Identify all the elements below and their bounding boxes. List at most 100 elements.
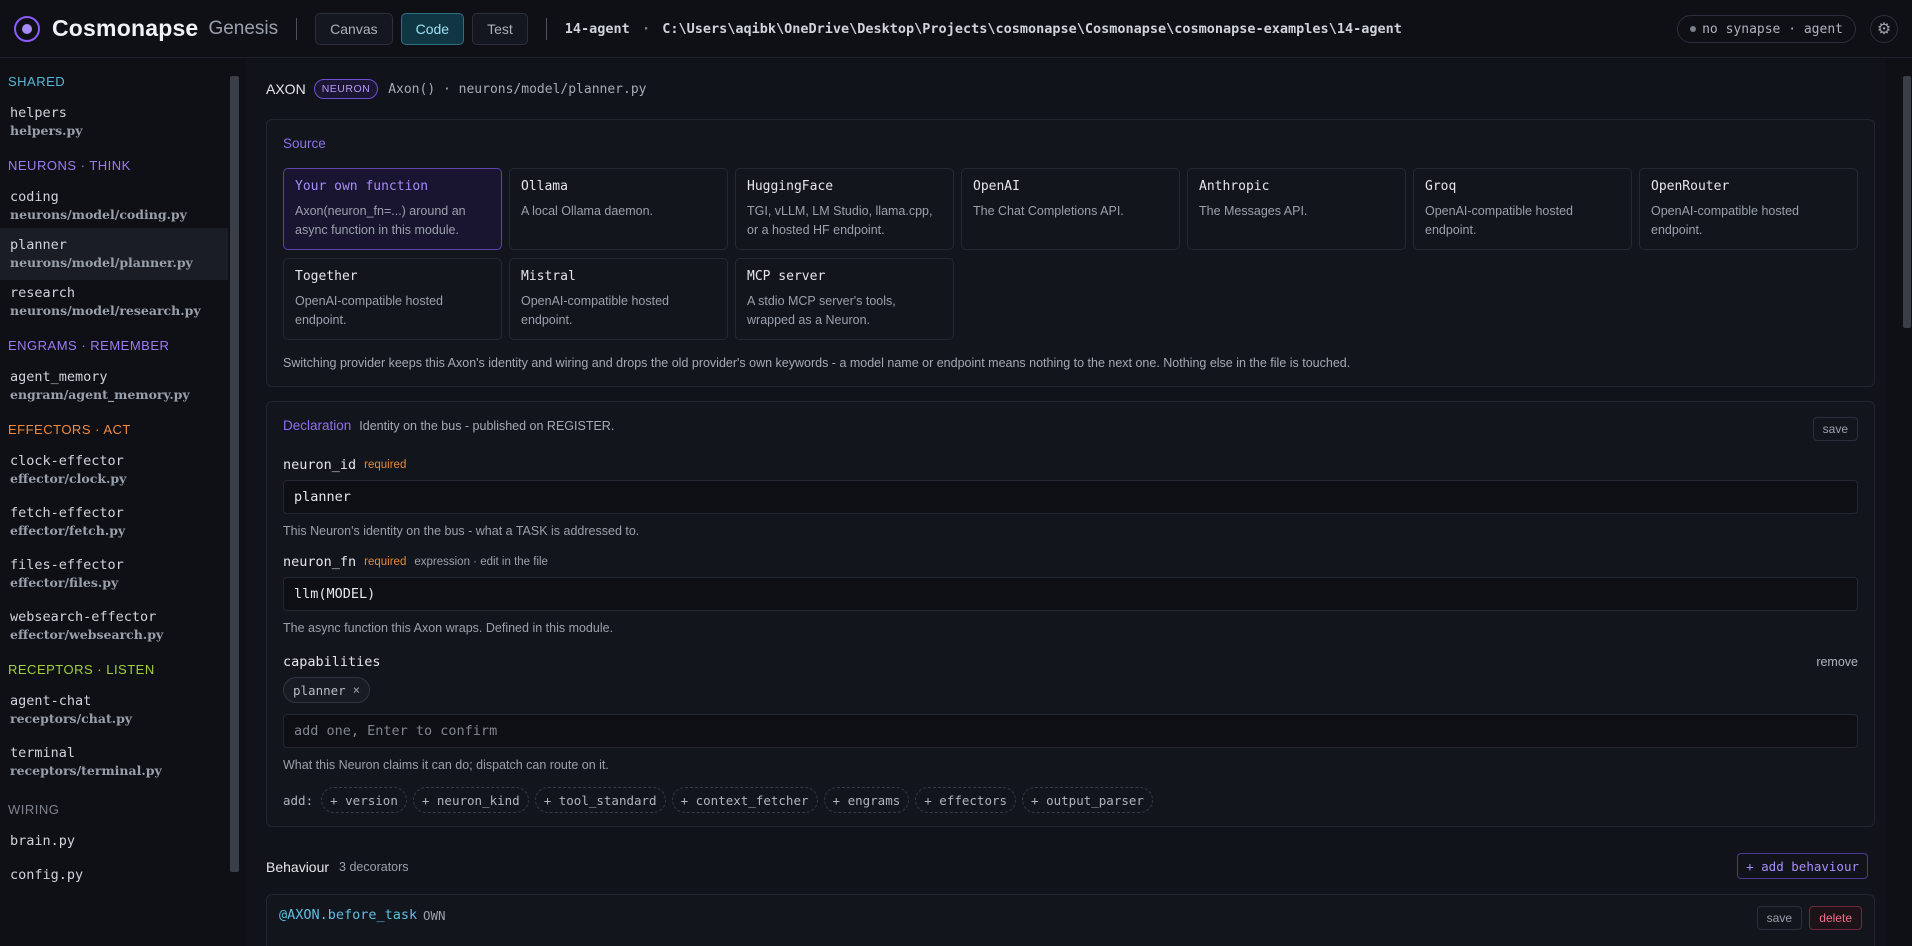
remove-button[interactable]: remove bbox=[1816, 655, 1858, 669]
sidebar-item-files-effector[interactable]: files-effector effector/files.py bbox=[0, 552, 228, 596]
provider-openrouter[interactable]: OpenRouter OpenAI-compatible hosted endp… bbox=[1639, 168, 1858, 250]
sidebar-item-agent-memory[interactable]: agent_memory engram/agent_memory.py bbox=[0, 364, 228, 408]
add-field-row: add: + version + neuron_kind + tool_stan… bbox=[283, 787, 1159, 813]
tab-canvas[interactable]: Canvas bbox=[315, 12, 393, 45]
sidebar-item-config[interactable]: config.py bbox=[0, 862, 228, 888]
provider-name: Ollama bbox=[521, 179, 568, 194]
provider-openai[interactable]: OpenAI The Chat Completions API. bbox=[961, 168, 1180, 250]
sidebar-item-file: neurons/model/planner.py bbox=[10, 255, 193, 270]
capability-chip[interactable]: planner × bbox=[283, 677, 370, 703]
sidebar-item-file: neurons/model/coding.py bbox=[10, 207, 187, 222]
decorator-delete-button[interactable]: delete bbox=[1809, 906, 1862, 930]
provider-name: OpenRouter bbox=[1651, 179, 1730, 194]
add-version-button[interactable]: + version bbox=[321, 787, 407, 813]
declaration-subtitle: Identity on the bus - published on REGIS… bbox=[359, 418, 615, 433]
add-neuron-kind-button[interactable]: + neuron_kind bbox=[412, 787, 529, 813]
add-output-parser-button[interactable]: + output_parser bbox=[1022, 787, 1153, 813]
declaration-save-button[interactable]: save bbox=[1812, 417, 1858, 441]
sidebar-item-file: effector/websearch.py bbox=[10, 627, 164, 642]
sidebar-item-terminal[interactable]: terminal receptors/terminal.py bbox=[0, 740, 228, 784]
source-card: Source Your own function Axon(neuron_fn=… bbox=[266, 119, 1875, 387]
chip-label: planner bbox=[293, 682, 346, 698]
synapse-status[interactable]: no synapse · agent bbox=[1677, 15, 1856, 43]
sidebar-item-file: effector/fetch.py bbox=[10, 523, 126, 538]
sidebar-item-websearch-effector[interactable]: websearch-effector effector/websearch.py bbox=[0, 604, 228, 648]
decorator-card: @AXON.before_task OWN save delete bbox=[266, 894, 1875, 946]
provider-desc: TGI, vLLM, LM Studio, llama.cpp, or a ho… bbox=[747, 204, 933, 237]
required-tag: required bbox=[364, 459, 407, 471]
section-engrams: ENGRAMS · REMEMBER bbox=[8, 337, 170, 353]
sidebar-item-helpers[interactable]: helpers helpers.py bbox=[0, 100, 228, 144]
sidebar-item-name: planner bbox=[10, 237, 67, 253]
sidebar-item-name: helpers bbox=[10, 105, 67, 121]
field-name: neuron_fn bbox=[283, 554, 357, 570]
neuron-id-help: This Neuron's identity on the bus - what… bbox=[283, 524, 640, 538]
provider-mcp-server[interactable]: MCP server A stdio MCP server's tools, w… bbox=[735, 258, 954, 340]
provider-desc: OpenAI-compatible hosted endpoint. bbox=[1425, 204, 1574, 237]
section-effectors: EFFECTORS · ACT bbox=[8, 421, 131, 437]
tab-code[interactable]: Code bbox=[400, 12, 465, 45]
sidebar-item-name: websearch-effector bbox=[10, 609, 157, 625]
capability-add-input[interactable]: add one, Enter to confirm bbox=[283, 714, 1858, 748]
divider bbox=[296, 17, 298, 40]
capabilities-help: What this Neuron claims it can do; dispa… bbox=[283, 758, 609, 772]
brand-subtitle: Genesis bbox=[208, 17, 279, 39]
project-name: 14-agent bbox=[564, 20, 630, 37]
declaration-header: Declaration Identity on the bus - publis… bbox=[283, 418, 614, 433]
add-tool-standard-button[interactable]: + tool_standard bbox=[534, 787, 666, 813]
provider-name: MCP server bbox=[747, 269, 826, 284]
required-tag: required bbox=[364, 556, 407, 568]
sidebar-item-name: clock-effector bbox=[10, 453, 124, 469]
main-scrollbar[interactable] bbox=[1903, 76, 1911, 328]
sidebar-item-name: agent_memory bbox=[10, 369, 108, 385]
neuron-fn-input[interactable]: llm(MODEL) bbox=[283, 577, 1858, 611]
provider-desc: Axon(neuron_fn=...) around an async func… bbox=[295, 204, 466, 237]
neuron-file-path: Axon() · neurons/model/planner.py bbox=[388, 81, 647, 97]
field-name: neuron_id bbox=[283, 457, 357, 473]
sidebar-item-brain[interactable]: brain.py bbox=[0, 828, 228, 854]
path-separator: · bbox=[641, 20, 651, 37]
section-receptors: RECEPTORS · LISTEN bbox=[8, 661, 155, 677]
provider-name: Groq bbox=[1425, 179, 1457, 194]
settings-gear-icon[interactable]: ⚙ bbox=[1870, 15, 1898, 43]
provider-desc: OpenAI-compatible hosted endpoint. bbox=[1651, 204, 1800, 237]
sidebar-item-file: receptors/chat.py bbox=[10, 711, 133, 726]
add-effectors-button[interactable]: + effectors bbox=[915, 787, 1017, 813]
neuron-id-input[interactable]: planner bbox=[283, 480, 1858, 514]
sidebar-item-coding[interactable]: coding neurons/model/coding.py bbox=[0, 184, 228, 228]
tab-test[interactable]: Test bbox=[472, 12, 528, 45]
synapse-status-text: no synapse · agent bbox=[1702, 21, 1843, 37]
add-behaviour-button[interactable]: + add behaviour bbox=[1737, 853, 1868, 879]
provider-name: Your own function bbox=[295, 179, 429, 194]
sidebar-item-name: terminal bbox=[10, 745, 76, 761]
add-context-fetcher-button[interactable]: + context_fetcher bbox=[671, 787, 818, 813]
decorator-tag: OWN bbox=[423, 908, 446, 923]
declaration-card: Declaration Identity on the bus - publis… bbox=[266, 401, 1875, 827]
sidebar-item-research[interactable]: research neurons/model/research.py bbox=[0, 280, 228, 324]
brand-name: Cosmonapse bbox=[52, 15, 199, 41]
sidebar-item-clock-effector[interactable]: clock-effector effector/clock.py bbox=[0, 448, 228, 492]
provider-ollama[interactable]: Ollama A local Ollama daemon. bbox=[509, 168, 728, 250]
provider-anthropic[interactable]: Anthropic The Messages API. bbox=[1187, 168, 1406, 250]
section-wiring: WIRING bbox=[8, 801, 60, 817]
provider-together[interactable]: Together OpenAI-compatible hosted endpoi… bbox=[283, 258, 502, 340]
sidebar-item-planner[interactable]: planner neurons/model/planner.py bbox=[0, 228, 228, 280]
provider-mistral[interactable]: Mistral OpenAI-compatible hosted endpoin… bbox=[509, 258, 728, 340]
provider-groq[interactable]: Groq OpenAI-compatible hosted endpoint. bbox=[1413, 168, 1632, 250]
neuron-id-label: neuron_id required bbox=[283, 457, 406, 473]
sidebar-item-agent-chat[interactable]: agent-chat receptors/chat.py bbox=[0, 688, 228, 732]
neuron-kind: AXON bbox=[266, 81, 306, 97]
sidebar-item-fetch-effector[interactable]: fetch-effector effector/fetch.py bbox=[0, 500, 228, 544]
sidebar-item-name: coding bbox=[10, 189, 59, 205]
add-engrams-button[interactable]: + engrams bbox=[823, 787, 910, 813]
provider-name: HuggingFace bbox=[747, 179, 834, 194]
provider-huggingface[interactable]: HuggingFace TGI, vLLM, LM Studio, llama.… bbox=[735, 168, 954, 250]
project-full-path: C:\Users\aqibk\OneDrive\Desktop\Projects… bbox=[662, 20, 1402, 37]
provider-own-function[interactable]: Your own function Axon(neuron_fn=...) ar… bbox=[283, 168, 502, 250]
sidebar-scrollbar[interactable] bbox=[230, 76, 239, 872]
decorator-name: @AXON.before_task bbox=[279, 907, 418, 923]
source-title: Source bbox=[283, 136, 326, 151]
provider-desc: A local Ollama daemon. bbox=[521, 204, 654, 218]
close-icon[interactable]: × bbox=[353, 683, 360, 697]
decorator-save-button[interactable]: save bbox=[1756, 906, 1802, 930]
